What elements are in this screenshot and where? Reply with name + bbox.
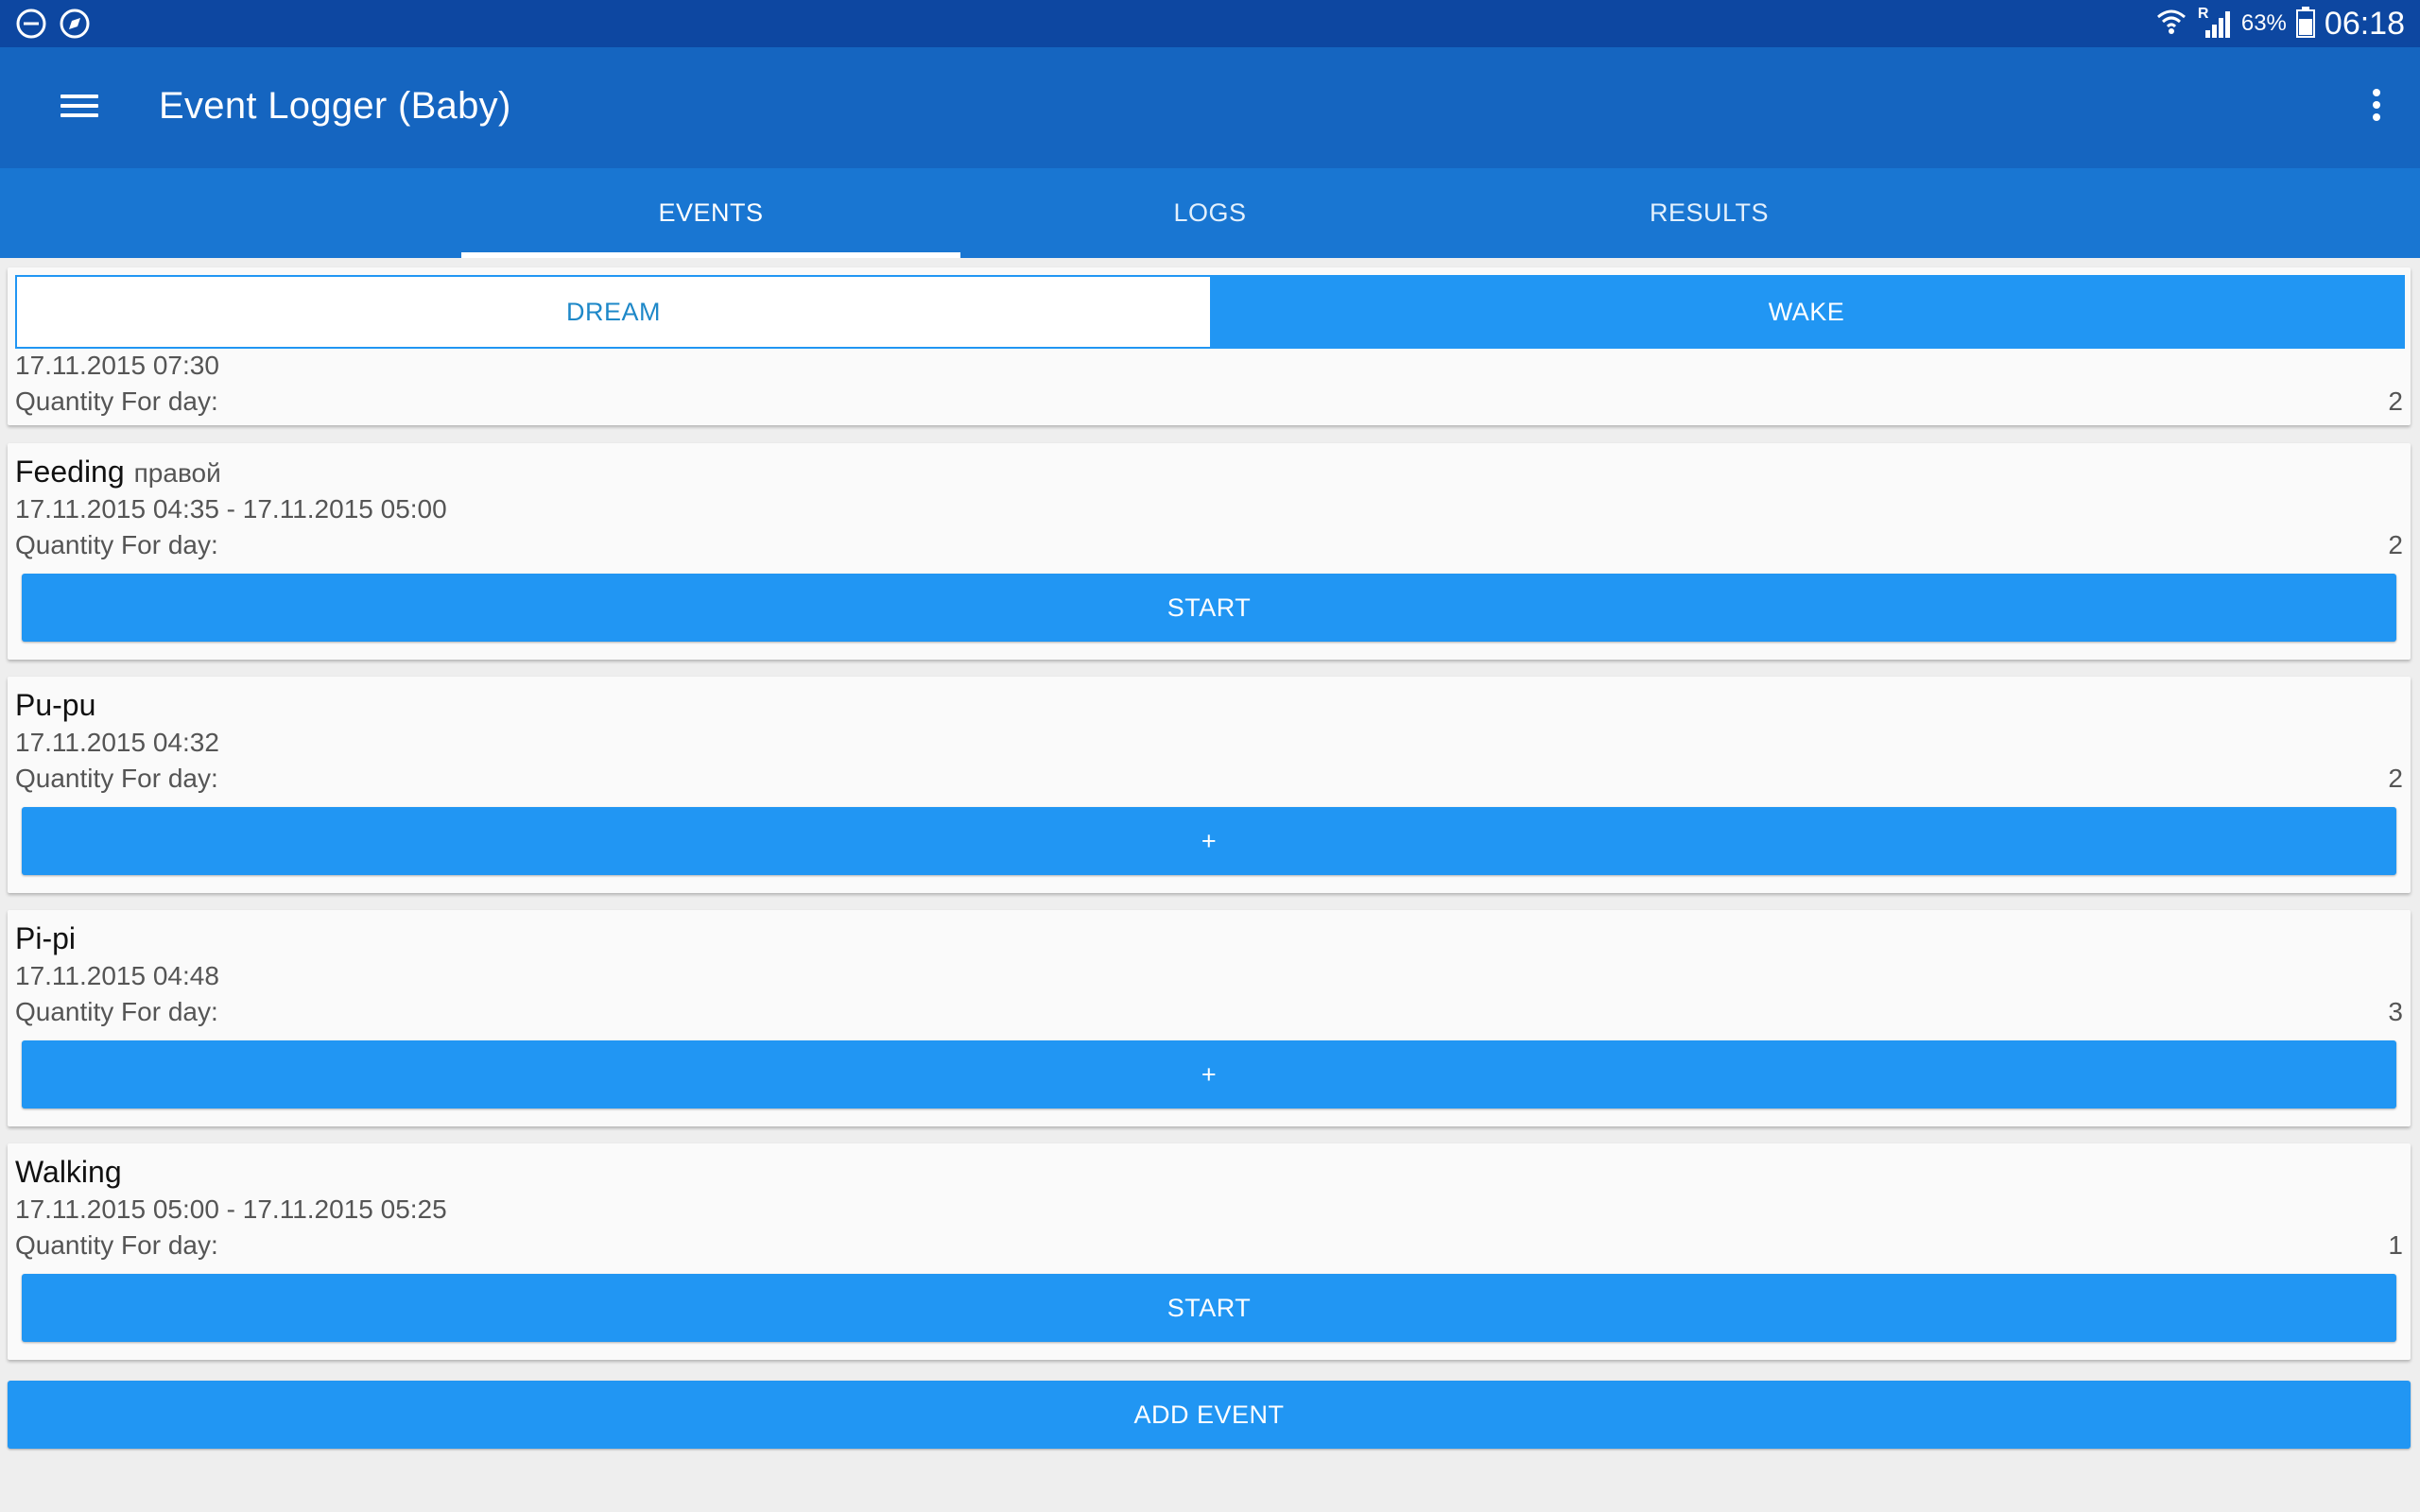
dream-wake-toggle: DREAM WAKE — [15, 275, 2405, 349]
event-card-sleep: DREAM WAKE 17.11.2015 07:30 Quantity For… — [8, 267, 2411, 425]
hamburger-menu-icon[interactable] — [60, 89, 102, 127]
event-time: 17.11.2015 04:35 - 17.11.2015 05:00 — [15, 494, 447, 524]
tab-indicator — [461, 252, 960, 258]
battery-percent: 63% — [2240, 10, 2287, 36]
quantity-value: 1 — [2388, 1230, 2403, 1260]
event-time: 17.11.2015 07:30 — [15, 351, 219, 380]
signal-icon: R — [2197, 6, 2232, 40]
tab-logs[interactable]: LOGS — [960, 168, 1460, 258]
app-title: Event Logger (Baby) — [159, 85, 511, 127]
event-title: Feeding — [15, 455, 125, 489]
event-title: Walking — [15, 1155, 122, 1189]
quantity-label: Quantity For day: — [15, 997, 218, 1026]
event-card-walking: Walking 17.11.2015 05:00 - 17.11.2015 05… — [8, 1143, 2411, 1360]
event-card-pi-pi: Pi-pi 17.11.2015 04:48 Quantity For day:… — [8, 910, 2411, 1126]
quantity-value: 2 — [2388, 764, 2403, 793]
event-title: Pi-pi — [15, 921, 77, 955]
feeding-start-button[interactable]: START — [22, 574, 2396, 642]
event-subtitle: правой — [133, 458, 221, 488]
event-title: Pu-pu — [15, 688, 96, 722]
walking-start-button[interactable]: START — [22, 1274, 2396, 1342]
do-not-disturb-icon — [15, 8, 47, 44]
dream-button[interactable]: DREAM — [17, 277, 1210, 347]
add-event-button[interactable]: ADD EVENT — [8, 1381, 2411, 1449]
quantity-value: 2 — [2388, 387, 2403, 416]
tab-bar: EVENTS LOGS RESULTS — [0, 168, 2420, 258]
event-time: 17.11.2015 04:32 — [15, 728, 219, 757]
event-card-feeding: Feeding правой 17.11.2015 04:35 - 17.11.2… — [8, 443, 2411, 660]
more-vert-icon[interactable] — [2367, 85, 2386, 130]
clock: 06:18 — [2324, 5, 2405, 42]
app-bar: Event Logger (Baby) — [0, 47, 2420, 168]
quantity-label: Quantity For day: — [15, 530, 218, 559]
pi-pi-add-button[interactable]: + — [22, 1040, 2396, 1108]
wifi-icon — [2154, 6, 2188, 43]
quantity-label: Quantity For day: — [15, 387, 218, 416]
pu-pu-add-button[interactable]: + — [22, 807, 2396, 875]
battery-icon — [2295, 6, 2315, 43]
event-card-pu-pu: Pu-pu 17.11.2015 04:32 Quantity For day:… — [8, 677, 2411, 893]
wake-button[interactable]: WAKE — [1210, 277, 2403, 347]
event-time: 17.11.2015 04:48 — [15, 961, 219, 990]
tab-events[interactable]: EVENTS — [461, 168, 960, 258]
quantity-value: 2 — [2388, 530, 2403, 559]
quantity-label: Quantity For day: — [15, 764, 218, 793]
quantity-value: 3 — [2388, 997, 2403, 1026]
event-name: Feeding правой — [15, 455, 221, 490]
compass-icon — [59, 8, 91, 44]
roaming-indicator: R — [2197, 6, 2209, 22]
event-time: 17.11.2015 05:00 - 17.11.2015 05:25 — [15, 1194, 447, 1224]
tab-results[interactable]: RESULTS — [1460, 168, 1959, 258]
status-bar: R 63% 06:18 — [0, 0, 2420, 47]
quantity-label: Quantity For day: — [15, 1230, 218, 1260]
